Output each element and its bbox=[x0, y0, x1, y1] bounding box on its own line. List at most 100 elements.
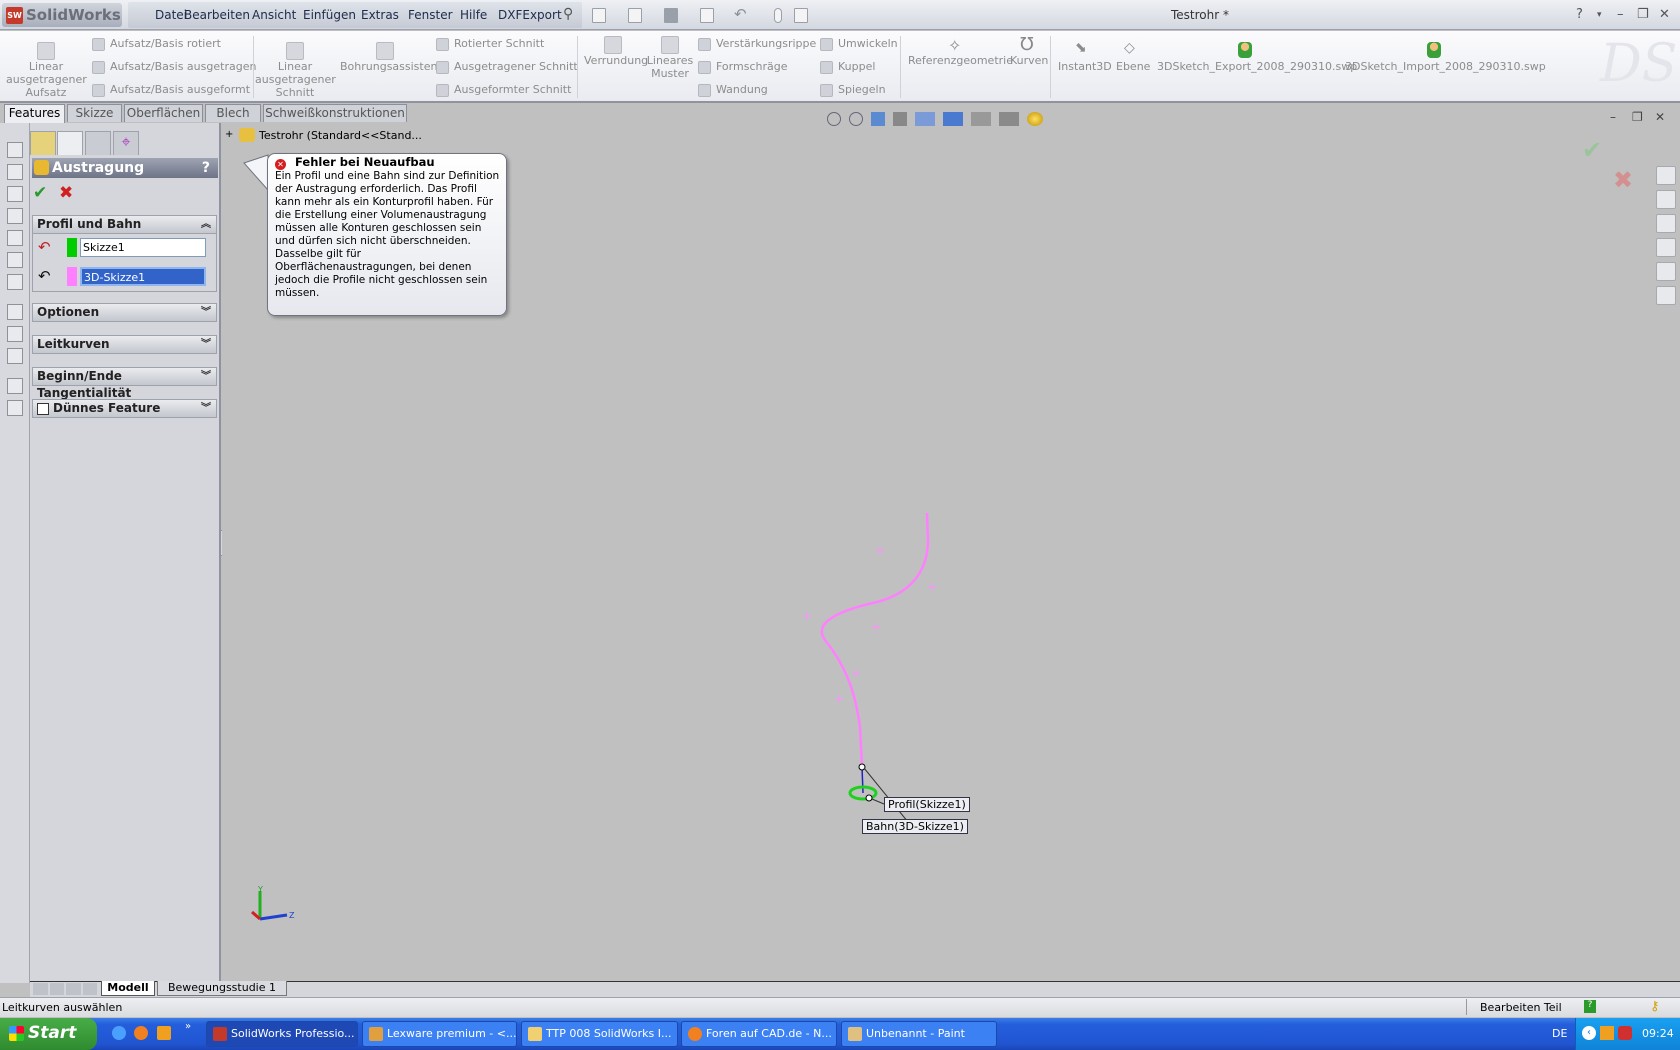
quick-tips-icon[interactable]: ? bbox=[1584, 1000, 1596, 1013]
tab-schweisskonstruktionen[interactable]: Schweißkonstruktionen bbox=[263, 104, 407, 122]
menu-fenster[interactable]: Fenster bbox=[408, 8, 453, 22]
taskbar-firefox[interactable]: Foren auf CAD.de - N... bbox=[681, 1021, 837, 1047]
feature-manager-tab[interactable] bbox=[30, 131, 56, 155]
tray-expand-icon[interactable]: ‹ bbox=[1582, 1026, 1596, 1040]
next-tab-icon[interactable] bbox=[66, 983, 81, 995]
sketch-icon[interactable] bbox=[7, 304, 23, 320]
section-optionen[interactable]: Optionen ︾ bbox=[32, 303, 217, 322]
menu-einfuegen[interactable]: Einfügen bbox=[303, 8, 356, 22]
linear-pattern-button[interactable]: Lineares Muster bbox=[645, 54, 695, 80]
section-leitkurven[interactable]: Leitkurven ︾ bbox=[32, 335, 217, 354]
fillet-button[interactable]: Verrundung bbox=[584, 54, 648, 67]
dome-button[interactable]: Kuppel bbox=[820, 60, 875, 74]
undo-icon[interactable]: ↶ bbox=[734, 5, 747, 23]
ok-button[interactable]: ✔ bbox=[33, 183, 47, 203]
tray-outlook-icon[interactable] bbox=[1600, 1026, 1614, 1040]
tab-bewegungsstudie[interactable]: Bewegungsstudie 1 bbox=[157, 981, 287, 996]
menu-datei[interactable]: Datei bbox=[155, 8, 187, 22]
confirm-corner-ok-icon[interactable]: ✔ bbox=[1582, 136, 1602, 164]
rebuild-status-icon[interactable]: ⚷ bbox=[1650, 999, 1660, 1014]
options-icon[interactable] bbox=[794, 8, 808, 23]
tab-skizze[interactable]: Skizze bbox=[67, 104, 122, 122]
menu-dxfexport[interactable]: DXFExport bbox=[498, 8, 562, 22]
taskpane-explorer-icon[interactable] bbox=[1656, 214, 1676, 233]
rib-button[interactable]: Verstärkungsrippe bbox=[698, 37, 816, 51]
lofted-cut-button[interactable]: Ausgeformter Schnitt bbox=[436, 83, 571, 97]
taskpane-custom-properties-icon[interactable] bbox=[1656, 286, 1676, 305]
tab-oberflaechen[interactable]: Oberflächen bbox=[124, 104, 203, 122]
configuration-manager-tab[interactable] bbox=[85, 131, 111, 155]
menu-ansicht[interactable]: Ansicht bbox=[252, 8, 296, 22]
view-left-icon[interactable] bbox=[7, 186, 23, 202]
help-dropdown-icon[interactable]: ▾ bbox=[1597, 10, 1602, 20]
menu-extras[interactable]: Extras bbox=[361, 8, 399, 22]
tab-blech[interactable]: Blech bbox=[205, 104, 261, 122]
swept-cut-button[interactable]: Ausgetragener Schnitt bbox=[436, 60, 578, 74]
view-iso-icon[interactable] bbox=[7, 274, 23, 290]
menu-hilfe[interactable]: Hilfe bbox=[460, 8, 487, 22]
start-button[interactable]: Start bbox=[0, 1018, 97, 1050]
extruded-cut-button[interactable]: Linear ausgetragener Schnitt bbox=[255, 60, 336, 99]
viewport-restore-icon[interactable]: ❐ bbox=[1632, 110, 1643, 124]
callout-profile[interactable]: Profil(Skizze1) bbox=[884, 797, 970, 812]
swept-boss-button[interactable]: Aufsatz/Basis ausgetragen bbox=[92, 60, 256, 74]
language-indicator[interactable]: DE bbox=[1552, 1027, 1567, 1040]
reference-geometry-button[interactable]: Referenzgeometrie bbox=[908, 54, 1013, 67]
callout-path[interactable]: Bahn(3D-Skizze1) bbox=[862, 819, 968, 834]
display-style-icon[interactable] bbox=[943, 112, 963, 126]
scene-icon[interactable] bbox=[1027, 112, 1043, 126]
thin-feature-checkbox[interactable] bbox=[37, 403, 49, 415]
path-field[interactable]: 3D-Skizze1 bbox=[80, 267, 206, 286]
print-icon[interactable] bbox=[700, 8, 714, 23]
tree-root-item[interactable]: Testrohr (Standard<<Stand... bbox=[259, 129, 422, 142]
last-tab-icon[interactable] bbox=[82, 983, 97, 995]
revolved-cut-button[interactable]: Rotierter Schnitt bbox=[436, 37, 544, 51]
ie-icon[interactable] bbox=[112, 1026, 126, 1040]
view-right-icon[interactable] bbox=[7, 208, 23, 224]
layer2-icon[interactable] bbox=[7, 400, 23, 416]
outlook-icon[interactable] bbox=[157, 1026, 171, 1040]
tab-features[interactable]: Features bbox=[4, 104, 65, 124]
macro-export-button[interactable]: 3DSketch_Export_2008_290310.swp bbox=[1157, 60, 1357, 73]
view-front-icon[interactable] bbox=[7, 142, 23, 158]
curves-button[interactable]: Kurven bbox=[1010, 54, 1048, 67]
shell-button[interactable]: Wandung bbox=[698, 83, 768, 97]
previous-view-icon[interactable] bbox=[871, 112, 885, 126]
layer-icon[interactable] bbox=[7, 378, 23, 394]
cancel-button[interactable]: ✖ bbox=[59, 183, 73, 203]
viewport-minimize-icon[interactable]: – bbox=[1610, 110, 1616, 124]
open-icon[interactable] bbox=[628, 8, 642, 23]
taskpane-library-icon[interactable] bbox=[1656, 190, 1676, 209]
tab-modell[interactable]: Modell bbox=[101, 981, 155, 996]
macro-import-button[interactable]: 3DSketch_Import_2008_290310.swp bbox=[1345, 60, 1546, 73]
first-tab-icon[interactable] bbox=[33, 983, 48, 995]
edit-appearance-icon[interactable] bbox=[999, 112, 1019, 126]
save-icon[interactable] bbox=[664, 8, 678, 23]
smart-dimension-icon[interactable] bbox=[7, 326, 23, 342]
taskpane-appearances-icon[interactable] bbox=[1656, 262, 1676, 281]
extruded-boss-button[interactable]: Linear ausgetragener Aufsatz bbox=[6, 60, 87, 99]
lofted-boss-button[interactable]: Aufsatz/Basis ausgeformt bbox=[92, 83, 250, 97]
instant3d-button[interactable]: Instant3D bbox=[1058, 60, 1112, 73]
rebuild-icon[interactable] bbox=[774, 8, 782, 23]
view-bottom-icon[interactable] bbox=[7, 252, 23, 268]
section-duennes-feature[interactable]: Dünnes Feature ︾ bbox=[32, 399, 217, 418]
new-document-icon[interactable] bbox=[592, 8, 606, 23]
section-profil-und-bahn[interactable]: Profil und Bahn ︽ bbox=[32, 215, 217, 234]
dimxpert-tab[interactable]: ⌖ bbox=[113, 131, 139, 155]
view-back-icon[interactable] bbox=[7, 164, 23, 180]
minimize-icon[interactable]: – bbox=[1617, 7, 1624, 22]
zoom-area-icon[interactable] bbox=[849, 112, 863, 126]
viewport-close-icon[interactable]: ✕ bbox=[1655, 110, 1665, 124]
taskpane-resources-icon[interactable] bbox=[1656, 166, 1676, 185]
taskbar-solidworks[interactable]: SolidWorks Professio... bbox=[206, 1021, 358, 1047]
property-manager-tab[interactable] bbox=[57, 131, 83, 155]
relations-icon[interactable] bbox=[7, 348, 23, 364]
tray-security-icon[interactable] bbox=[1618, 1026, 1632, 1040]
restore-icon[interactable]: ❐ bbox=[1637, 7, 1649, 22]
menu-bearbeiten[interactable]: Bearbeiten bbox=[184, 8, 250, 22]
plane-button[interactable]: Ebene bbox=[1116, 60, 1150, 73]
prev-tab-icon[interactable] bbox=[49, 983, 64, 995]
view-orientation-icon[interactable] bbox=[915, 112, 935, 126]
revolved-boss-button[interactable]: Aufsatz/Basis rotiert bbox=[92, 37, 221, 51]
